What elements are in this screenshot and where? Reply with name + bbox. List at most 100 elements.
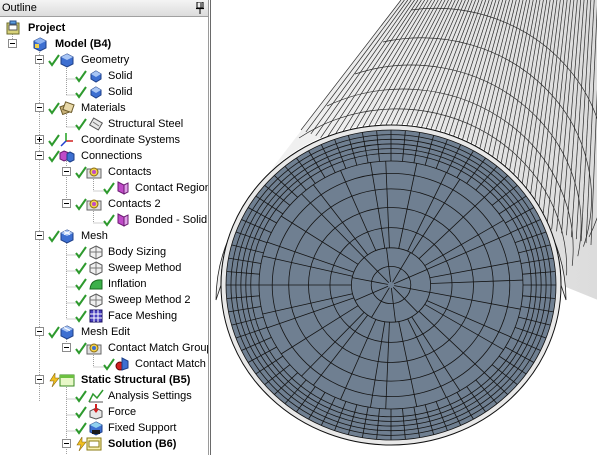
- check-icon: [75, 70, 87, 83]
- tree-label: Contact Match: [135, 358, 206, 370]
- collapse-toggle[interactable]: [35, 103, 44, 112]
- tree-label: Contacts 2: [108, 198, 161, 210]
- tree-item-model[interactable]: Model (B4): [0, 36, 208, 52]
- collapse-toggle[interactable]: [62, 199, 71, 208]
- coordinate-axes-icon: [60, 133, 73, 147]
- tree-item-structural-steel[interactable]: Structural Steel: [0, 116, 208, 132]
- tree-label: Face Meshing: [108, 310, 178, 322]
- tree-item-materials[interactable]: Materials: [0, 100, 208, 116]
- tree-item-force[interactable]: Force: [0, 404, 208, 420]
- tree-label: Solid: [108, 86, 133, 98]
- tree-item-contact-region[interactable]: Contact Region: [0, 180, 209, 196]
- tree-item-solid-1[interactable]: Solid: [0, 68, 208, 84]
- solution-icon: [86, 437, 102, 451]
- tree-item-solid-2[interactable]: Solid: [0, 84, 208, 100]
- check-icon: [75, 422, 87, 435]
- check-icon: [75, 310, 87, 323]
- mesh-control-icon: [89, 293, 103, 308]
- outline-header: Outline: [0, 0, 208, 17]
- contact-region-icon: [117, 181, 129, 195]
- tree-item-sweep-method[interactable]: Sweep Method: [0, 260, 208, 276]
- tree-item-mesh-edit[interactable]: Mesh Edit: [0, 324, 208, 340]
- collapse-toggle[interactable]: [8, 39, 17, 48]
- tree-item-mesh[interactable]: Mesh: [0, 228, 208, 244]
- tree-item-coordinate-systems[interactable]: Coordinate Systems: [0, 132, 208, 148]
- check-icon: [75, 118, 87, 131]
- tree-label: Inflation: [108, 278, 147, 290]
- inflation-icon: [89, 279, 103, 290]
- tree-item-static-structural[interactable]: Static Structural (B5): [0, 372, 208, 388]
- tree-label: Force: [108, 406, 137, 418]
- solid-body-icon: [90, 86, 102, 99]
- tree-label: Mesh: [81, 230, 108, 242]
- tree-label: Sweep Method: [108, 262, 182, 274]
- cylinder-end-face: [220, 124, 562, 446]
- analysis-settings-icon: [88, 389, 104, 403]
- tree-item-contact-match-group[interactable]: Contact Match Group: [0, 340, 208, 356]
- tree-label: Analysis Settings: [108, 390, 192, 402]
- check-icon: [75, 294, 87, 307]
- tree-label: Contacts: [108, 166, 152, 178]
- tree-label: Contact Region: [135, 182, 209, 194]
- tree-label: Mesh Edit: [81, 326, 130, 338]
- outline-title: Outline: [2, 2, 37, 14]
- collapse-toggle[interactable]: [35, 231, 44, 240]
- check-icon: [75, 278, 87, 291]
- tree-item-body-sizing[interactable]: Body Sizing: [0, 244, 208, 260]
- tree-item-face-meshing[interactable]: Face Meshing: [0, 308, 208, 324]
- tree-item-bonded-solid[interactable]: Bonded - Solid: [0, 212, 208, 228]
- geometry-icon: [60, 53, 74, 68]
- solid-body-icon: [90, 70, 102, 83]
- tree-item-contacts[interactable]: Contacts: [0, 164, 208, 180]
- collapse-toggle[interactable]: [35, 375, 44, 384]
- outline-tree: Project Model (B4) Geometry Solid Solid …: [0, 18, 209, 455]
- contacts-icon: [86, 199, 102, 211]
- mesh-icon: [60, 325, 74, 340]
- collapse-toggle[interactable]: [62, 167, 71, 176]
- check-icon: [75, 262, 87, 275]
- project-icon: [6, 20, 20, 35]
- tree-label: Model (B4): [55, 38, 112, 50]
- tree-label: Solution (B6): [108, 438, 177, 450]
- graphics-viewport[interactable]: [210, 0, 597, 455]
- tree-item-inflation[interactable]: Inflation: [0, 276, 208, 292]
- tree-item-fixed-support[interactable]: Fixed Support: [0, 420, 208, 436]
- tree-item-contact-match[interactable]: Contact Match: [0, 356, 208, 372]
- outline-panel: Outline Project Model (B4) Geometry Soli…: [0, 0, 209, 455]
- mesh-icon: [60, 229, 74, 244]
- tree-item-project[interactable]: Project: [0, 20, 208, 36]
- tree-item-contacts-2[interactable]: Contacts 2: [0, 196, 208, 212]
- tree-label: Static Structural (B5): [81, 374, 191, 386]
- collapse-toggle[interactable]: [35, 151, 44, 160]
- check-icon: [75, 246, 87, 259]
- mesh-control-icon: [89, 261, 103, 276]
- contacts-icon: [86, 167, 102, 179]
- contact-region-icon: [115, 357, 129, 371]
- tree-label: Project: [28, 22, 66, 34]
- tree-item-analysis-settings[interactable]: Analysis Settings: [0, 388, 208, 404]
- tree-label: Coordinate Systems: [81, 134, 181, 146]
- collapse-toggle[interactable]: [35, 327, 44, 336]
- tree-label: Solid: [108, 70, 133, 82]
- tree-item-connections[interactable]: Connections: [0, 148, 208, 164]
- tree-label: Connections: [81, 150, 143, 162]
- tree-label: Bonded - Solid: [135, 214, 208, 226]
- check-icon: [75, 406, 87, 419]
- tree-item-sweep-method-2[interactable]: Sweep Method 2: [0, 292, 208, 308]
- fixed-support-icon: [89, 421, 103, 436]
- check-icon: [75, 390, 87, 403]
- static-structural-icon: [59, 374, 75, 387]
- expand-toggle[interactable]: [35, 135, 44, 144]
- collapse-toggle[interactable]: [35, 55, 44, 64]
- collapse-toggle[interactable]: [62, 343, 71, 352]
- pin-icon[interactable]: [195, 2, 205, 14]
- tree-label: Geometry: [81, 54, 130, 66]
- force-icon: [89, 404, 103, 420]
- tree-item-geometry[interactable]: Geometry: [0, 52, 208, 68]
- contact-region-icon: [117, 213, 129, 227]
- tree-item-solution[interactable]: Solution (B6): [0, 436, 208, 452]
- contacts-icon: [86, 343, 102, 355]
- tree-label: Structural Steel: [108, 118, 184, 130]
- collapse-toggle[interactable]: [62, 439, 71, 448]
- model-cube-icon: [33, 37, 47, 52]
